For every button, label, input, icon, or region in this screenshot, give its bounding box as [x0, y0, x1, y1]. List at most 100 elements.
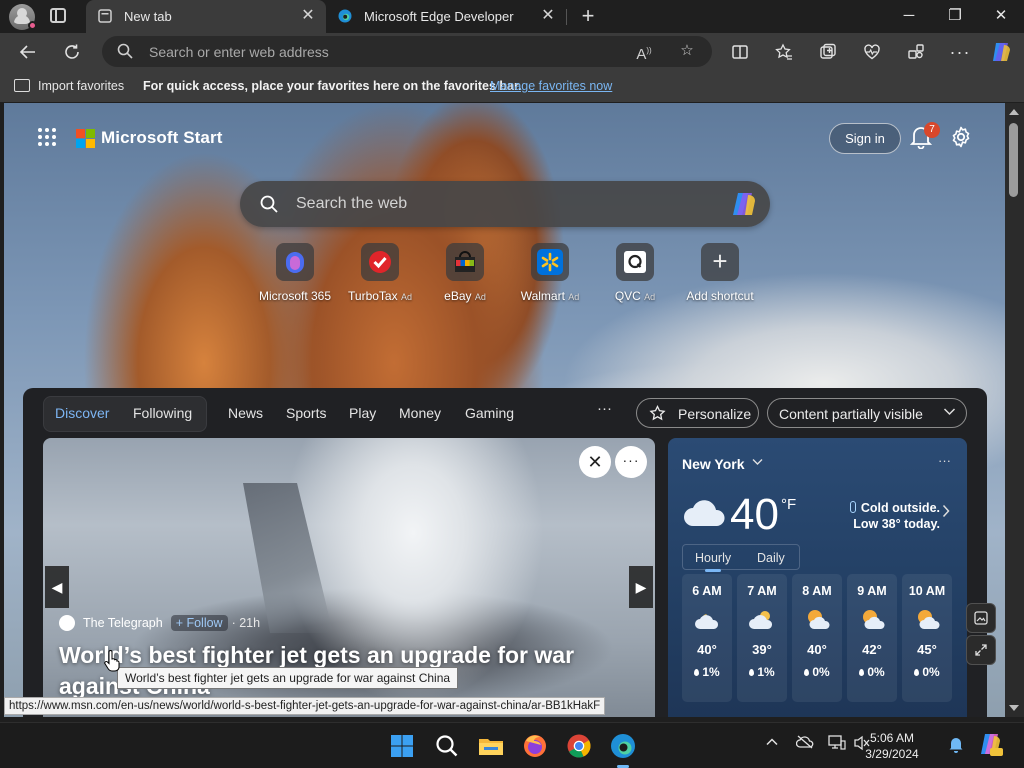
edge-button[interactable]: [608, 731, 638, 768]
add-shortcut-button[interactable]: + Add shortcut: [677, 243, 763, 303]
personalize-button[interactable]: Personalize: [636, 398, 759, 428]
article-source[interactable]: The Telegraph: [83, 616, 163, 630]
onedrive-icon[interactable]: [795, 735, 814, 752]
tab-discover[interactable]: Discover: [55, 405, 109, 421]
content-visibility-dropdown[interactable]: Content partially visible: [767, 398, 967, 428]
settings-more-button[interactable]: ···: [945, 37, 975, 67]
tab-news[interactable]: News: [228, 405, 263, 421]
read-aloud-icon[interactable]: A)): [634, 41, 654, 63]
firefox-button[interactable]: [520, 731, 550, 761]
tab-following[interactable]: Following: [133, 405, 192, 421]
forecast-temperature: 45°: [917, 642, 937, 657]
forecast-precipitation: 1%: [702, 665, 720, 679]
favorites-button[interactable]: [769, 37, 799, 67]
follow-button[interactable]: + Follow: [170, 615, 228, 631]
refresh-icon: [65, 44, 79, 59]
close-tab-icon[interactable]: ✕: [538, 6, 558, 26]
image-icon: [974, 611, 988, 625]
carousel-next-button[interactable]: ▶: [629, 566, 653, 608]
refresh-button[interactable]: [57, 37, 87, 67]
article-source-line: The Telegraph + Follow · 21h: [59, 615, 260, 631]
copilot-preview-icon[interactable]: [978, 732, 1004, 761]
heart-pulse-icon: [864, 44, 880, 60]
hourly-forecast-item: 9 AM 42° 0%: [847, 574, 897, 702]
browser-essentials-button[interactable]: [857, 37, 887, 67]
weather-more-button[interactable]: ···: [938, 453, 951, 468]
restore-button[interactable]: ❐: [932, 0, 978, 33]
split-screen-button[interactable]: [725, 37, 755, 67]
apps-launcher-icon[interactable]: [38, 128, 58, 148]
back-button[interactable]: [13, 37, 43, 67]
carousel-prev-button[interactable]: ◀: [45, 566, 69, 608]
article-more-button[interactable]: ···: [615, 446, 647, 478]
chrome-button[interactable]: [564, 731, 594, 761]
thermometer-icon: [849, 501, 856, 513]
tab-actions-icon[interactable]: [50, 8, 66, 23]
plus-icon: +: [701, 243, 739, 281]
more-tabs-button[interactable]: ···: [597, 400, 612, 417]
show-hidden-icons-button[interactable]: [765, 735, 779, 752]
web-search-box[interactable]: Search the web: [240, 181, 770, 227]
tab-money[interactable]: Money: [399, 405, 441, 421]
chevron-right-icon[interactable]: [941, 504, 951, 521]
copilot-icon[interactable]: [730, 191, 758, 217]
extensions-button[interactable]: [901, 37, 931, 67]
taskbar-search-button[interactable]: [432, 731, 462, 761]
scroll-down-arrow-icon[interactable]: [1009, 705, 1019, 711]
turbotax-icon: [361, 243, 399, 281]
tab-sports[interactable]: Sports: [286, 405, 326, 421]
raindrop-icon: [694, 669, 700, 676]
import-favorites-link[interactable]: Import favorites: [38, 79, 124, 93]
shortcut-microsoft-365[interactable]: Microsoft 365: [252, 243, 338, 303]
shortcut-turbotax[interactable]: TurboTax Ad: [337, 243, 423, 303]
tab-edge-developer[interactable]: Microsoft Edge Developer ✕: [326, 0, 566, 33]
expand-page-button[interactable]: [966, 635, 996, 665]
weather-view-toggle: Hourly Daily: [682, 544, 800, 572]
forecast-precipitation: 0%: [867, 665, 885, 679]
chevron-down-icon: [943, 405, 956, 421]
minimize-button[interactable]: ─: [886, 0, 932, 33]
hand-cursor-icon: [104, 650, 120, 672]
favorite-star-icon[interactable]: ☆: [677, 41, 697, 61]
close-tab-icon[interactable]: ✕: [298, 6, 318, 26]
tab-hourly[interactable]: Hourly: [695, 551, 731, 572]
quick-links: Microsoft 365 TurboTax Ad eBay Ad Walmar…: [252, 243, 772, 313]
shortcut-walmart[interactable]: Walmart Ad: [507, 243, 593, 303]
hourly-forecast-item: 10 AM 45° 0%: [902, 574, 952, 702]
chevron-down-icon[interactable]: [752, 456, 763, 470]
start-button[interactable]: [387, 731, 417, 761]
file-explorer-button[interactable]: [476, 731, 506, 761]
tab-gaming[interactable]: Gaming: [465, 405, 514, 421]
sign-in-button[interactable]: Sign in: [829, 123, 901, 154]
scroll-up-arrow-icon[interactable]: [1009, 109, 1019, 115]
microsoft-start-brand[interactable]: Microsoft Start: [76, 128, 222, 148]
page-settings-button[interactable]: [950, 126, 972, 148]
tab-new-tab[interactable]: New tab ✕: [86, 0, 326, 33]
change-background-button[interactable]: [966, 603, 996, 633]
copilot-button[interactable]: [986, 37, 1016, 67]
dismiss-article-button[interactable]: ✕: [579, 446, 611, 478]
address-bar[interactable]: Search or enter web address A)) ☆: [102, 36, 712, 67]
page-scrollbar[interactable]: [1005, 103, 1024, 717]
manage-favorites-link[interactable]: Manage favorites now: [490, 79, 612, 93]
sparkle-star-icon: [649, 405, 666, 421]
shortcut-qvc[interactable]: QVC Ad: [592, 243, 678, 303]
notifications-button[interactable]: 7: [909, 122, 940, 151]
forecast-precipitation: 1%: [757, 665, 775, 679]
ad-label: Ad: [400, 292, 412, 302]
taskbar-clock[interactable]: 5:06 AM 3/29/2024: [862, 730, 922, 762]
profile-avatar[interactable]: [9, 4, 37, 30]
tab-play[interactable]: Play: [349, 405, 376, 421]
weather-city[interactable]: New York: [682, 456, 745, 472]
scrollbar-thumb[interactable]: [1009, 123, 1018, 197]
new-tab-button[interactable]: +: [575, 4, 601, 30]
notification-center-icon[interactable]: [948, 735, 964, 756]
import-favorites-icon[interactable]: [14, 79, 30, 92]
network-icon[interactable]: [828, 735, 846, 754]
tab-label: Microsoft Edge Developer: [364, 9, 514, 24]
weather-card[interactable]: New York ··· 40 °F Cold outside. Low 38°…: [668, 438, 967, 717]
collections-button[interactable]: [813, 37, 843, 67]
tab-daily[interactable]: Daily: [757, 551, 785, 565]
shortcut-ebay[interactable]: eBay Ad: [422, 243, 508, 303]
close-window-button[interactable]: ✕: [978, 0, 1024, 33]
